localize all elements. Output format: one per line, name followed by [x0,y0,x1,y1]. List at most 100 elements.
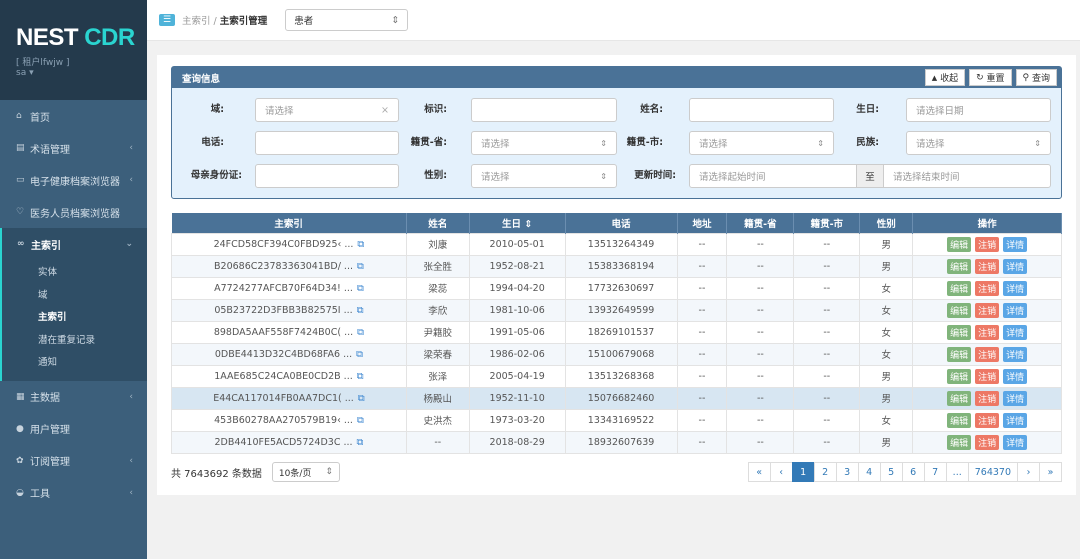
page-button[interactable]: » [1039,462,1062,482]
table-cell: -- [793,232,861,256]
deregister-button[interactable]: 注销 [975,346,1000,362]
user-menu[interactable]: sa ▾ [16,68,147,78]
column-header[interactable]: 生日 ⇕ [469,213,566,233]
mother-id-label: 母亲身份证: [190,170,242,181]
page-button[interactable]: 2 [813,462,837,482]
clear-icon[interactable]: × [381,105,389,116]
copy-icon[interactable]: ⧉ [357,261,364,272]
identifier-input[interactable] [471,98,617,122]
details-button[interactable]: 详情 [1003,346,1028,362]
details-button[interactable]: 详情 [1003,390,1028,406]
gender-select[interactable]: 请选择 ⇕ [471,164,617,188]
copy-icon[interactable]: ⧉ [357,371,364,382]
menu-toggle-button[interactable]: ☰ [159,14,175,26]
province-select[interactable]: 请选择 ⇕ [471,131,617,155]
deregister-button[interactable]: 注销 [975,236,1000,252]
copy-icon[interactable]: ⧉ [356,349,363,360]
table-cell: 男 [859,386,914,410]
page-button[interactable]: 3 [835,462,859,482]
type-select[interactable]: 患者 ⇕ [285,9,409,31]
deregister-button[interactable]: 注销 [975,434,1000,450]
mother-id-input[interactable] [255,164,399,188]
details-button[interactable]: 详情 [1003,368,1028,384]
sidebar-item[interactable]: ▭ 电子健康档案浏览器 ‹ [0,164,147,196]
edit-button[interactable]: 编辑 [947,346,972,362]
sidebar-item[interactable]: ⌂ 首页 [0,100,147,132]
details-button[interactable]: 详情 [1003,258,1028,274]
caret-up-icon: ▲ [931,73,938,82]
sidebar-subitem[interactable]: 实体 [2,260,147,283]
birth-date-input[interactable]: 请选择日期 [906,98,1051,122]
edit-button[interactable]: 编辑 [947,390,972,406]
master-index-cell: 05B23722D3FBB3B82575I ... ⧉ [171,298,407,322]
search-button[interactable]: ⚲ 查询 [1015,69,1057,86]
page-button[interactable]: 1 [791,462,815,482]
page-button[interactable]: 764370 [967,462,1018,482]
deregister-button[interactable]: 注销 [975,280,1000,296]
copy-icon[interactable]: ⧉ [358,393,365,404]
edit-button[interactable]: 编辑 [947,324,972,340]
breadcrumb-parent[interactable]: 主索引 [182,16,211,27]
page-button[interactable]: ‹ [769,462,793,482]
deregister-button[interactable]: 注销 [975,302,1000,318]
edit-button[interactable]: 编辑 [947,280,972,296]
deregister-button[interactable]: 注销 [975,324,1000,340]
ethnicity-select[interactable]: 请选择 ⇕ [906,131,1051,155]
page-button[interactable]: 5 [879,462,903,482]
page-button[interactable]: 7 [923,462,947,482]
sidebar-subitem[interactable]: 潜在重复记录 [2,328,147,351]
copy-icon[interactable]: ⧉ [357,327,364,338]
sidebar-item[interactable]: ▤ 术语管理 ‹ [0,132,147,164]
edit-button[interactable]: 编辑 [947,434,972,450]
deregister-button[interactable]: 注销 [975,390,1000,406]
stethoscope-icon: ♡ [16,207,25,217]
details-button[interactable]: 详情 [1003,412,1028,428]
table-cell: -- [793,320,861,344]
details-button[interactable]: 详情 [1003,236,1028,252]
copy-icon[interactable]: ⧉ [357,283,364,294]
sidebar-subitem[interactable]: 域 [2,283,147,306]
phone-input[interactable] [255,131,399,155]
page-button[interactable]: ... [945,462,969,482]
sidebar-item[interactable]: ♡ 医务人员档案浏览器 [0,196,147,228]
end-time-input[interactable]: 请选择结束时间 [883,164,1051,188]
collapse-button[interactable]: ▲ 收起 [924,69,966,86]
sidebar-subitem[interactable]: 主索引 [2,305,147,328]
start-time-input[interactable]: 请选择起始时间 [689,164,857,188]
page-size-select[interactable]: 10条/页 ⇕ [271,462,340,482]
sidebar-item[interactable]: ▦ 主数据 ‹ [0,381,147,413]
copy-icon[interactable]: ⧉ [357,415,364,426]
sidebar-item[interactable]: ✿ 订阅管理 ‹ [0,445,147,477]
edit-button[interactable]: 编辑 [947,302,972,318]
edit-button[interactable]: 编辑 [947,236,972,252]
details-button[interactable]: 详情 [1003,280,1028,296]
sidebar-item[interactable]: ◒ 工具 ‹ [0,477,147,509]
deregister-button[interactable]: 注销 [975,368,1000,384]
details-button[interactable]: 详情 [1003,324,1028,340]
city-select[interactable]: 请选择 ⇕ [689,131,834,155]
master-index-cell: 0DBE4413D32C4BD68FA6 ... ⧉ [171,342,407,366]
deregister-button[interactable]: 注销 [975,412,1000,428]
domain-select[interactable]: 请选择 × [255,98,399,122]
sidebar-item-master-index[interactable]: ∞ 主索引 ⌄ [2,228,147,260]
page-button[interactable]: 4 [857,462,881,482]
edit-button[interactable]: 编辑 [947,368,972,384]
copy-icon[interactable]: ⧉ [357,239,364,250]
details-button[interactable]: 详情 [1003,302,1028,318]
deregister-button[interactable]: 注销 [975,258,1000,274]
sidebar-item[interactable]: ● 用户管理 [0,413,147,445]
copy-icon[interactable]: ⧉ [357,437,364,448]
table-cell: 1986-02-06 [468,342,566,366]
name-input[interactable] [689,98,834,122]
edit-button[interactable]: 编辑 [947,258,972,274]
gender-label: 性别: [424,170,447,181]
select-arrows-icon: ⇕ [1034,138,1041,148]
reset-button[interactable]: ↻ 重置 [969,69,1012,86]
sidebar-subitem[interactable]: 通知 [2,350,147,373]
copy-icon[interactable]: ⧉ [357,305,364,316]
details-button[interactable]: 详情 [1003,434,1028,450]
edit-button[interactable]: 编辑 [947,412,972,428]
page-button[interactable]: › [1017,462,1040,482]
page-button[interactable]: « [747,462,771,482]
page-button[interactable]: 6 [901,462,925,482]
